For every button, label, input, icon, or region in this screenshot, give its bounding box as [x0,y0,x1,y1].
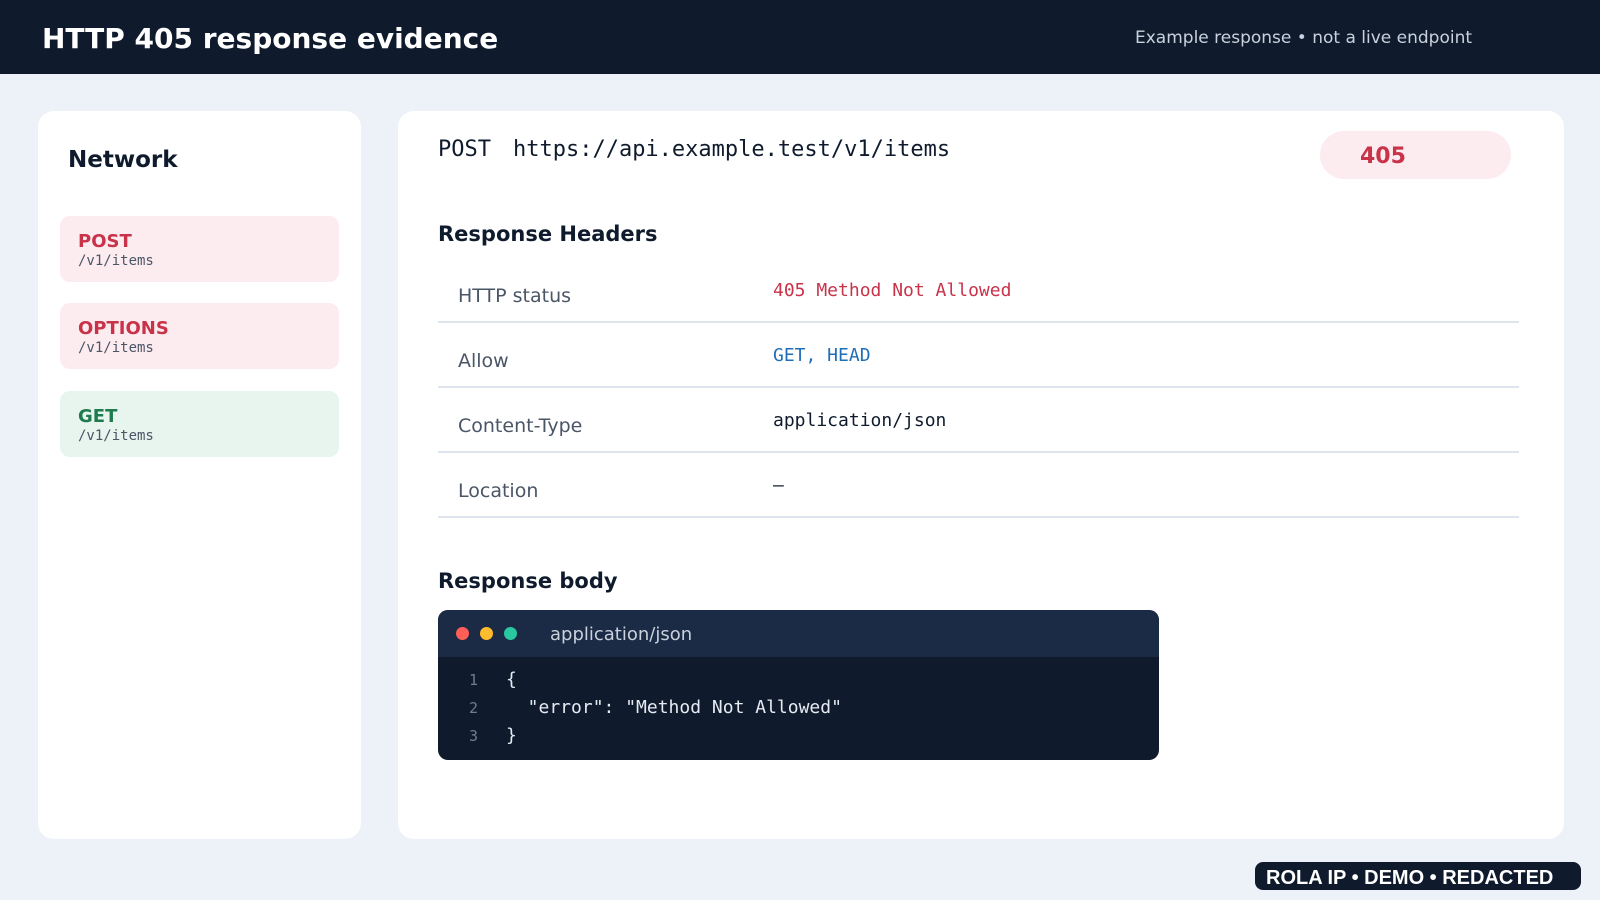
window-close-dot-icon [456,627,469,640]
request-item-get[interactable]: GET /v1/items [60,391,339,457]
request-item-post[interactable]: POST /v1/items [60,216,339,282]
response-body-title: Response body [438,569,618,593]
header-row-content-type: Content-Type application/json [438,388,1519,453]
sidebar-title: Network [68,147,178,173]
response-headers-table: HTTP status 405 Method Not Allowed Allow… [438,258,1519,518]
status-code: 405 [1360,144,1406,169]
header-row-http-status: HTTP status 405 Method Not Allowed [438,258,1519,323]
request-line: POST https://api.example.test/v1/items [438,137,950,162]
line-number: 3 [468,727,478,745]
window-minimize-dot-icon [480,627,493,640]
request-path: /v1/items [78,340,154,356]
header-key: Location [458,480,539,502]
code-line: 3 } [438,724,1159,752]
window-maximize-dot-icon [504,627,517,640]
request-line-method: POST [438,137,491,162]
header-key: HTTP status [458,285,572,307]
request-path: /v1/items [78,253,154,269]
code-content-type: application/json [550,624,693,645]
request-method: GET [78,406,118,427]
request-method: POST [78,231,132,252]
header-value: application/json [773,410,947,431]
top-bar: HTTP 405 response evidence Example respo… [0,0,1600,74]
header-row-location: Location — [438,453,1519,518]
line-text: "error": "Method Not Allowed" [506,697,842,718]
page-title: HTTP 405 response evidence [42,22,499,55]
code-block-header: application/json [438,610,1159,657]
status-badge: 405 [1320,131,1511,179]
request-detail-panel: POST https://api.example.test/v1/items 40… [398,111,1564,839]
header-key: Content-Type [458,415,583,437]
watermark-stamp: ROLA IP • DEMO • REDACTED [1255,862,1581,890]
page-subtitle: Example response • not a live endpoint [1135,28,1473,48]
header-value: GET, HEAD [773,345,871,366]
response-body-code-block: application/json 1 { 2 "error": "Method … [438,610,1159,760]
line-number: 2 [468,699,478,717]
header-key: Allow [458,350,509,372]
watermark-text: ROLA IP • DEMO • REDACTED [1266,867,1554,889]
code-line: 1 { [438,668,1159,696]
header-value: — [773,475,784,496]
response-headers-title: Response Headers [438,222,658,246]
line-number: 1 [468,671,478,689]
request-item-options[interactable]: OPTIONS /v1/items [60,303,339,369]
request-method: OPTIONS [78,318,169,339]
code-lines: 1 { 2 "error": "Method Not Allowed" 3 } [438,668,1159,752]
code-line: 2 "error": "Method Not Allowed" [438,696,1159,724]
network-sidebar: Network POST /v1/items OPTIONS /v1/items… [38,111,361,839]
request-url: https://api.example.test/v1/items [512,137,951,162]
header-row-allow: Allow GET, HEAD [438,323,1519,388]
header-value: 405 Method Not Allowed [773,280,1012,301]
line-text: { [506,669,517,690]
request-path: /v1/items [78,428,154,444]
line-text: } [506,725,517,746]
